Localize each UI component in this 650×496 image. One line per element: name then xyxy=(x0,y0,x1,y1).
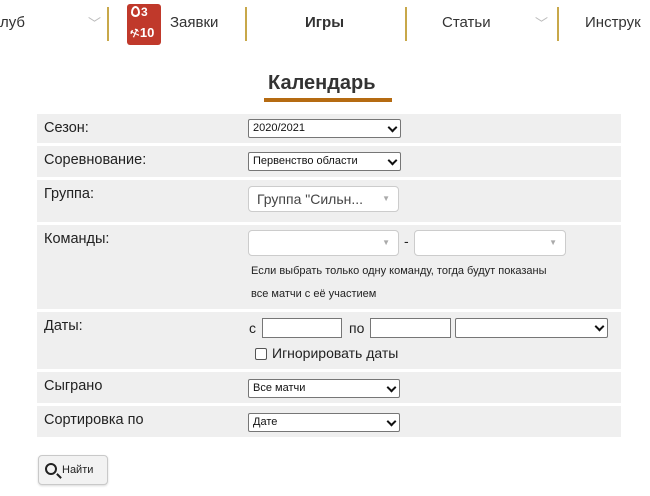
notifications-badge[interactable]: 3 ⚒10 xyxy=(127,4,161,45)
season-row: Сезон: 2020/2021 xyxy=(37,114,621,143)
date-range-select[interactable] xyxy=(455,318,608,338)
team-one-select[interactable]: ▼ xyxy=(248,230,399,256)
dates-row: Даты: с по Игнорировать даты xyxy=(37,312,621,369)
nav-separator xyxy=(107,7,109,41)
sort-label: Сортировка по xyxy=(44,412,144,428)
badge-top: 3 xyxy=(131,5,148,19)
ignore-dates-label: Игнорировать даты xyxy=(272,345,399,361)
date-to-label: по xyxy=(349,320,365,336)
season-select[interactable]: 2020/2021 xyxy=(248,119,401,138)
sort-select[interactable]: Дате xyxy=(248,413,400,432)
date-to-input[interactable] xyxy=(370,318,451,338)
search-icon xyxy=(45,463,57,475)
group-value: Группа "Сильн... xyxy=(257,191,364,207)
teams-separator: - xyxy=(404,233,409,249)
ignore-dates-checkbox[interactable] xyxy=(255,348,267,360)
teams-hint-line1: Если выбрать только одну команду, тогда … xyxy=(251,265,547,277)
top-navigation: луб ﹀ 3 ⚒10 Заявки Игры Статьи ﹀ Инструк xyxy=(0,0,650,50)
sort-row: Сортировка по Дате xyxy=(37,406,621,437)
chevron-down-icon xyxy=(386,416,397,427)
nav-item-articles[interactable]: Статьи xyxy=(442,14,491,31)
nav-separator xyxy=(245,7,247,41)
group-label: Группа: xyxy=(44,186,94,202)
played-value: Все матчи xyxy=(253,382,306,394)
nav-item-games[interactable]: Игры xyxy=(305,14,344,31)
chevron-down-icon xyxy=(387,122,398,133)
competition-row: Соревнование: Первенство области xyxy=(37,146,621,177)
search-button[interactable]: Найти xyxy=(38,455,108,485)
played-label: Сыграно xyxy=(44,378,103,394)
badge-bottom: ⚒10 xyxy=(128,25,154,41)
dates-label: Даты: xyxy=(44,318,83,334)
date-from-label: с xyxy=(249,320,256,336)
nav-separator xyxy=(557,7,559,41)
sort-value: Дате xyxy=(253,416,278,428)
played-row: Сыграно Все матчи xyxy=(37,372,621,403)
chevron-down-icon xyxy=(387,155,398,166)
nav-item-instructions[interactable]: Инструк xyxy=(585,14,641,31)
nav-item-applications[interactable]: Заявки xyxy=(170,14,218,31)
chevron-down-icon xyxy=(594,321,605,332)
season-label: Сезон: xyxy=(44,120,89,136)
chevron-down-icon[interactable]: ﹀ xyxy=(88,13,101,32)
teams-hint-line2: все матчи с её участием xyxy=(251,288,377,300)
competition-select[interactable]: Первенство области xyxy=(248,152,401,171)
nav-item-club[interactable]: луб xyxy=(0,14,25,31)
competition-label: Соревнование: xyxy=(44,152,147,168)
teams-label: Команды: xyxy=(44,231,110,247)
chevron-down-icon[interactable]: ﹀ xyxy=(535,13,548,32)
group-select[interactable]: Группа "Сильн... ▼ xyxy=(248,186,399,212)
team-two-select[interactable]: ▼ xyxy=(414,230,566,256)
chevron-down-icon: ▼ xyxy=(382,194,390,203)
chevron-down-icon: ▼ xyxy=(549,238,557,247)
drop-icon xyxy=(131,6,140,17)
chevron-down-icon xyxy=(386,382,397,393)
badge-top-count: 3 xyxy=(141,5,148,19)
played-select[interactable]: Все матчи xyxy=(248,379,400,398)
nav-separator xyxy=(405,7,407,41)
group-row: Группа: Группа "Сильн... ▼ xyxy=(37,180,621,222)
title-underline xyxy=(264,98,392,102)
search-button-label: Найти xyxy=(62,464,94,476)
season-value: 2020/2021 xyxy=(253,122,305,134)
page-title: Календарь xyxy=(268,72,376,94)
teams-row: Команды: ▼ - ▼ Если выбрать только одну … xyxy=(37,225,621,309)
date-from-input[interactable] xyxy=(262,318,342,338)
competition-value: Первенство области xyxy=(253,155,358,167)
chevron-down-icon: ▼ xyxy=(382,238,390,247)
